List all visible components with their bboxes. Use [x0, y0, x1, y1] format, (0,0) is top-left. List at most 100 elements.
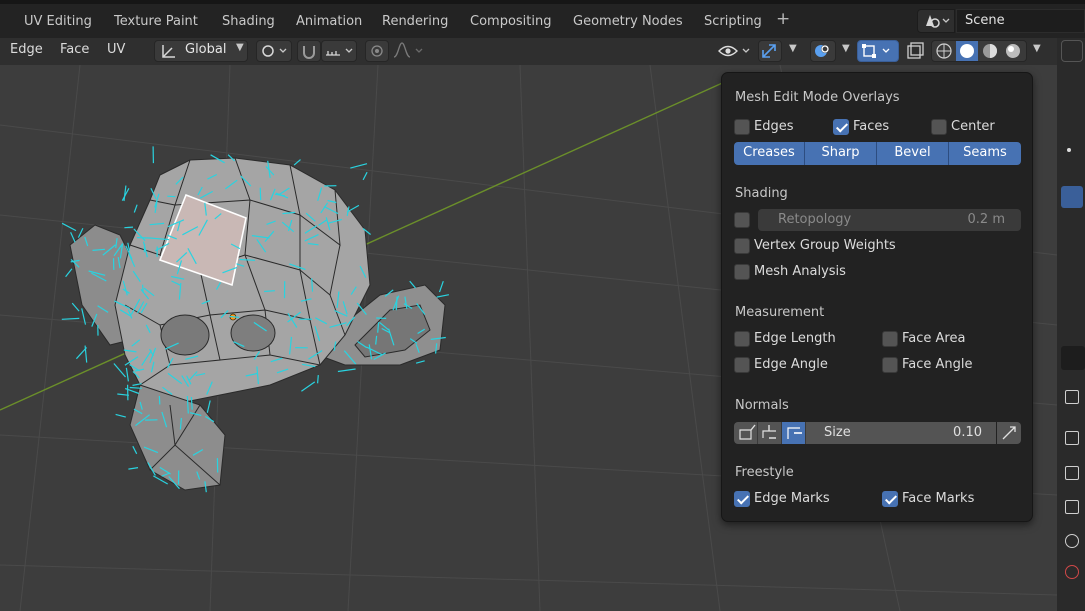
chevron-down-icon[interactable]: ▼ [789, 43, 797, 54]
properties-tab-icon[interactable] [1061, 346, 1085, 370]
viewport-header: Edge Face UV Global ▼ ▼ ▼ ▼ [0, 38, 1057, 65]
normal-line [136, 237, 153, 239]
normal-size-slider[interactable]: Size 0.10 [806, 422, 996, 444]
scene-selector-button[interactable] [917, 9, 955, 33]
center-checkbox[interactable] [931, 119, 947, 135]
pivot-point-dropdown[interactable] [256, 40, 292, 62]
normal-line [436, 294, 450, 298]
normal-line [293, 159, 301, 166]
orientation-label: Global [185, 42, 227, 57]
vertex-normals-toggle[interactable] [734, 422, 758, 444]
normal-size-value: 0.10 [953, 425, 982, 440]
overlays-toggle[interactable] [810, 40, 836, 62]
retopology-value: 0.2 m [967, 212, 1005, 227]
face-marks-checkbox[interactable] [882, 491, 898, 507]
normal-line [128, 467, 139, 470]
face-normals-toggle[interactable] [782, 422, 806, 444]
seams-toggle[interactable]: Seams [949, 142, 1021, 165]
normal-line [125, 367, 129, 382]
workspace-tab-compositing[interactable]: Compositing [470, 10, 552, 34]
menu-uv[interactable]: UV [107, 42, 125, 57]
mesh-edit-overlays-popover: Mesh Edit Mode Overlays Edges Faces Cent… [721, 72, 1033, 522]
retopology-checkbox[interactable] [734, 212, 750, 228]
mesh-edit-overlays-dropdown[interactable] [857, 40, 899, 62]
normal-line [61, 222, 77, 232]
gizmo-toggle[interactable] [758, 40, 782, 62]
workspace-tab-scripting[interactable]: Scripting [704, 10, 762, 34]
tool-settings-icon[interactable] [1065, 390, 1079, 404]
properties-side-strip [1057, 38, 1085, 611]
proportional-edit-icon [371, 45, 383, 57]
normal-line [301, 381, 316, 392]
normal-line [362, 171, 368, 181]
freestyle-section-title: Freestyle [735, 465, 794, 480]
normal-line [311, 278, 314, 292]
workspace-tab-animation[interactable]: Animation [296, 10, 362, 34]
faces-label: Faces [853, 119, 890, 134]
chevron-down-icon[interactable]: ▼ [1033, 43, 1041, 54]
split-normals-toggle[interactable] [758, 422, 782, 444]
normal-line [264, 290, 275, 293]
output-settings-icon[interactable] [1065, 466, 1079, 480]
workspace-tab-rendering[interactable]: Rendering [382, 10, 448, 34]
normal-line [190, 396, 193, 410]
proportional-falloff-dropdown[interactable] [390, 40, 426, 62]
scene-properties-icon[interactable] [1065, 534, 1079, 548]
snap-toggle[interactable] [297, 40, 321, 62]
edges-checkbox[interactable] [734, 119, 750, 135]
shading-section-title: Shading [735, 186, 788, 201]
xray-toggle[interactable] [902, 40, 928, 62]
orientation-icon [162, 45, 175, 58]
normal-line [117, 393, 129, 396]
vertex-normal-icon [739, 424, 756, 440]
normal-line [71, 302, 80, 312]
faces-checkbox[interactable] [833, 119, 849, 135]
add-workspace-button[interactable]: + [776, 9, 790, 29]
constant-screen-size-toggle[interactable] [997, 422, 1021, 444]
workspace-bar: UV Editing Texture Paint Shading Animati… [0, 0, 1085, 38]
workspace-tab-shading[interactable]: Shading [222, 10, 275, 34]
workspace-tab-uv-editing[interactable]: UV Editing [24, 10, 92, 34]
scene-name-field[interactable]: Scene [956, 9, 1085, 33]
normal-line [65, 268, 73, 278]
split-normal-icon [762, 425, 776, 439]
vertex-group-weights-checkbox[interactable] [734, 238, 750, 254]
view-layer-icon[interactable] [1065, 500, 1079, 514]
normals-section-title: Normals [735, 398, 789, 413]
center-label: Center [951, 119, 995, 134]
visibility-dropdown[interactable] [716, 40, 754, 62]
side-toolbar-button[interactable] [1061, 40, 1083, 62]
bevel-toggle[interactable]: Bevel [877, 142, 949, 165]
mesh-analysis-checkbox[interactable] [734, 264, 750, 280]
face-angle-checkbox[interactable] [882, 357, 898, 373]
mesh-tool-icon[interactable] [1061, 186, 1083, 208]
workspace-tab-geometry-nodes[interactable]: Geometry Nodes [573, 10, 683, 34]
snap-target-dropdown[interactable] [321, 40, 357, 62]
normal-line [317, 375, 319, 384]
world-properties-icon[interactable] [1065, 565, 1079, 579]
render-settings-icon[interactable] [1065, 431, 1079, 445]
edge-length-checkbox[interactable] [734, 331, 750, 347]
normal-line [167, 195, 176, 198]
normal-line [70, 231, 76, 243]
overlays-icon [815, 45, 829, 57]
sharp-toggle[interactable]: Sharp [805, 142, 877, 165]
shading-mode-icons [936, 41, 1020, 61]
menu-face[interactable]: Face [60, 42, 89, 57]
dot-icon [1067, 148, 1071, 152]
chevron-down-icon[interactable]: ▼ [842, 43, 850, 54]
edge-marks-checkbox[interactable] [734, 491, 750, 507]
retopology-offset-slider[interactable]: Retopology 0.2 m [758, 209, 1021, 231]
suzanne-mesh[interactable] [69, 157, 446, 491]
menu-edge[interactable]: Edge [10, 42, 43, 57]
workspace-tab-texture-paint[interactable]: Texture Paint [114, 10, 198, 34]
face-area-checkbox[interactable] [882, 331, 898, 347]
face-normal-icon [787, 427, 802, 439]
normal-line [75, 347, 88, 360]
normal-line [239, 258, 256, 261]
edge-angle-checkbox[interactable] [734, 357, 750, 373]
proportional-edit-toggle[interactable] [365, 40, 389, 62]
edge-marks-label: Edge Marks [754, 491, 830, 506]
creases-toggle[interactable]: Creases [734, 142, 805, 165]
edges-label: Edges [754, 119, 794, 134]
